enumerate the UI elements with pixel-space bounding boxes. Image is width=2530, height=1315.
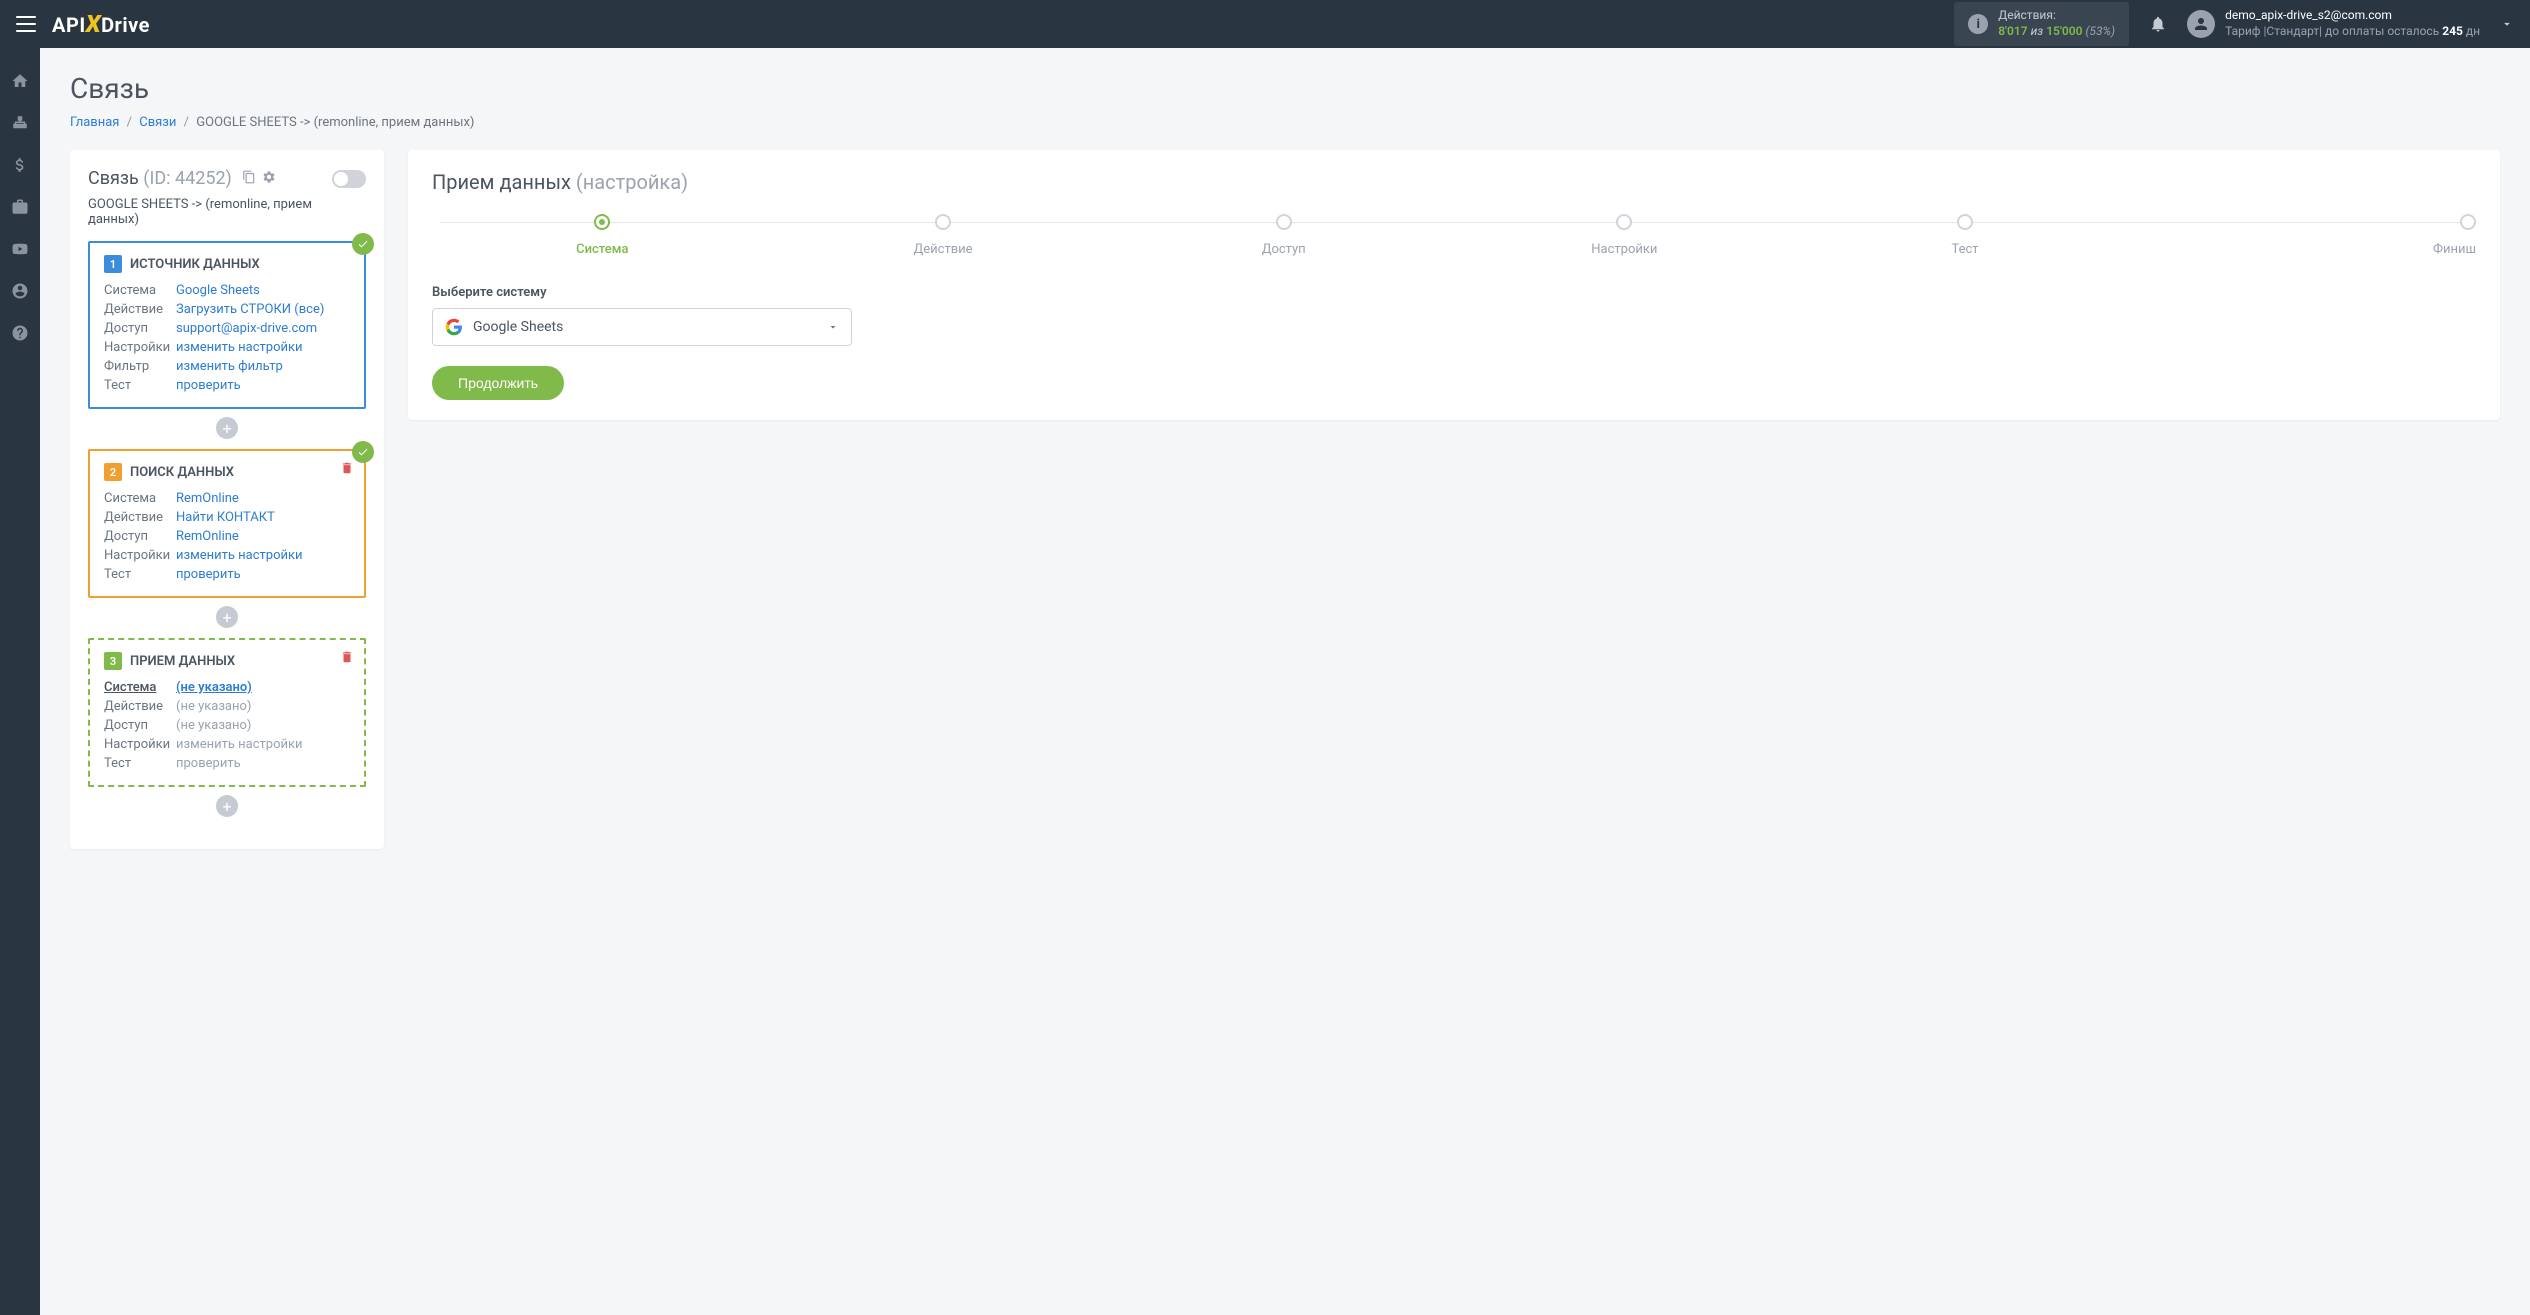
dest-system[interactable]: (не указано) [176, 680, 350, 695]
source-filter[interactable]: изменить фильтр [176, 359, 350, 374]
dest-access: (не указано) [176, 718, 350, 733]
continue-button[interactable]: Продолжить [432, 366, 564, 400]
connection-subtitle: GOOGLE SHEETS -> (remonline, прием данны… [88, 197, 366, 227]
home-icon[interactable] [11, 72, 29, 90]
stepper: Система Действие Доступ Настройки Тест Ф… [432, 214, 2476, 257]
breadcrumb-home[interactable]: Главная [70, 115, 119, 130]
youtube-icon[interactable] [11, 240, 29, 258]
block-search: 2ПОИСК ДАННЫХ СистемаRemOnline ДействиеН… [88, 449, 366, 598]
content: Связь Главная / Связи / GOOGLE SHEETS ->… [40, 48, 2530, 1315]
step-test[interactable]: Тест [1795, 214, 2136, 257]
connection-toggle[interactable] [332, 170, 366, 188]
briefcase-icon[interactable] [11, 198, 29, 216]
breadcrumb: Главная / Связи / GOOGLE SHEETS -> (remo… [70, 115, 2500, 130]
google-icon [445, 318, 463, 336]
delete-icon[interactable] [340, 461, 354, 475]
step-settings[interactable]: Настройки [1454, 214, 1795, 257]
block-search-title: ПОИСК ДАННЫХ [130, 465, 234, 480]
dest-test: проверить [176, 756, 350, 771]
help-icon[interactable] [11, 324, 29, 342]
delete-icon[interactable] [340, 650, 354, 664]
add-step-button[interactable]: + [216, 417, 238, 439]
config-title: Прием данных (настройка) [432, 170, 2476, 194]
source-action[interactable]: Загрузить СТРОКИ (все) [176, 302, 350, 317]
page-title: Связь [70, 72, 2500, 105]
system-select-label: Выберите систему [432, 285, 2476, 300]
dest-settings: изменить настройки [176, 737, 350, 752]
actions-pct: (53%) [2085, 24, 2115, 38]
system-select-value: Google Sheets [473, 319, 827, 335]
gear-icon[interactable] [262, 170, 276, 184]
search-settings[interactable]: изменить настройки [176, 548, 350, 563]
source-settings[interactable]: изменить настройки [176, 340, 350, 355]
search-system[interactable]: RemOnline [176, 491, 350, 506]
step-system[interactable]: Система [432, 214, 773, 257]
step-action[interactable]: Действие [773, 214, 1114, 257]
check-badge-icon [352, 441, 374, 463]
actions-total: 15'000 [2046, 24, 2082, 38]
system-select[interactable]: Google Sheets [432, 308, 852, 346]
user-menu[interactable]: demo_apix-drive_s2@com.com Тариф |Станда… [2187, 8, 2480, 39]
check-badge-icon [352, 233, 374, 255]
search-action[interactable]: Найти КОНТАКТ [176, 510, 350, 525]
search-test[interactable]: проверить [176, 567, 350, 582]
add-step-button[interactable]: + [216, 606, 238, 628]
dollar-icon[interactable] [11, 156, 29, 174]
block-dest-title: ПРИЕМ ДАННЫХ [130, 654, 235, 669]
logo[interactable]: APIXDrive [52, 10, 150, 38]
copy-icon[interactable] [242, 170, 256, 184]
actions-counter[interactable]: i Действия: 8'017 из 15'000 (53%) [1954, 2, 2129, 45]
avatar-icon [2187, 10, 2215, 38]
source-system[interactable]: Google Sheets [176, 283, 350, 298]
add-step-button[interactable]: + [216, 795, 238, 817]
source-access[interactable]: support@apix-drive.com [176, 321, 350, 336]
source-test[interactable]: проверить [176, 378, 350, 393]
breadcrumb-current: GOOGLE SHEETS -> (remonline, прием данны… [196, 115, 474, 130]
info-icon: i [1968, 14, 1988, 34]
search-access[interactable]: RemOnline [176, 529, 350, 544]
chevron-down-icon [827, 321, 839, 333]
menu-toggle[interactable] [16, 16, 36, 32]
actions-used: 8'017 [1998, 24, 2027, 38]
step-finish[interactable]: Финиш [2135, 214, 2476, 257]
topbar: APIXDrive i Действия: 8'017 из 15'000 (5… [0, 0, 2530, 48]
dest-action: (не указано) [176, 699, 350, 714]
config-panel: Прием данных (настройка) Система Действи… [408, 150, 2500, 420]
user-icon[interactable] [11, 282, 29, 300]
sidebar [0, 48, 40, 1315]
sitemap-icon[interactable] [11, 114, 29, 132]
block-source-title: ИСТОЧНИК ДАННЫХ [130, 257, 260, 272]
user-email: demo_apix-drive_s2@com.com [2225, 8, 2480, 24]
connection-panel: Связь (ID: 44252) GOOGLE SHEETS -> (remo… [70, 150, 384, 849]
breadcrumb-links[interactable]: Связи [139, 115, 176, 130]
connection-title: Связь (ID: 44252) [88, 168, 276, 189]
step-access[interactable]: Доступ [1113, 214, 1454, 257]
user-tariff: Тариф |Стандарт| до оплаты осталось 245 … [2225, 24, 2480, 40]
chevron-down-icon[interactable] [2500, 17, 2514, 31]
block-destination: 3ПРИЕМ ДАННЫХ Система(не указано) Действ… [88, 638, 366, 787]
notifications-icon[interactable] [2149, 15, 2167, 33]
block-source: 1ИСТОЧНИК ДАННЫХ СистемаGoogle Sheets Де… [88, 241, 366, 409]
actions-label: Действия: [1998, 8, 2115, 24]
